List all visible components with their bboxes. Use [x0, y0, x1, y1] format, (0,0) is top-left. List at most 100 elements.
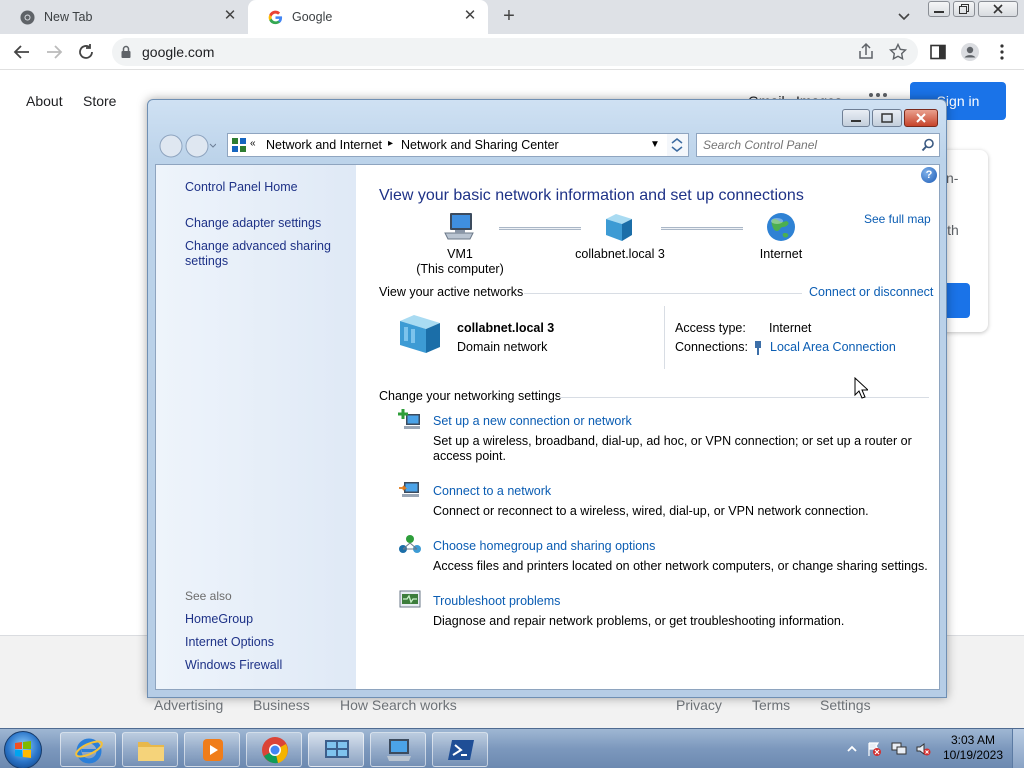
breadcrumb-network-sharing-center[interactable]: Network and Sharing Center [401, 138, 559, 152]
maximize-button[interactable] [872, 109, 902, 127]
minimize-button[interactable] [842, 109, 870, 127]
homegroup-link[interactable]: HomeGroup [185, 612, 253, 627]
homegroup-sharing-link[interactable]: Choose homegroup and sharing options [433, 539, 655, 553]
change-adapter-settings-link[interactable]: Change adapter settings [185, 216, 321, 231]
back-arrow-icon[interactable] [11, 41, 33, 63]
help-icon[interactable]: ? [921, 167, 937, 183]
computer-subtitle: (This computer) [416, 262, 504, 276]
tab-strip: New Tab ✕ Google ✕ + [0, 0, 1024, 34]
tab-new-tab[interactable]: New Tab ✕ [0, 0, 248, 34]
troubleshoot-icon [399, 590, 421, 608]
taskbar-file-explorer[interactable] [122, 732, 178, 767]
access-type-label: Access type: [675, 321, 746, 335]
domain-network-icon[interactable] [602, 211, 636, 243]
access-type-value: Internet [769, 321, 812, 335]
refresh-icon [671, 138, 683, 152]
search-input[interactable] [703, 137, 913, 153]
close-icon[interactable]: ✕ [222, 8, 238, 24]
taskbar-network-app[interactable] [370, 732, 426, 767]
network-tray-icon[interactable] [891, 741, 907, 757]
system-clock[interactable]: 3:03 AM 10/19/2023 [940, 733, 1006, 763]
troubleshoot-problems-link[interactable]: Troubleshoot problems [433, 594, 560, 608]
forward-arrow-icon[interactable] [43, 41, 65, 63]
breadcrumb-network-and-internet[interactable]: Network and Internet [266, 138, 382, 152]
kebab-menu-icon[interactable] [992, 42, 1012, 62]
connections-label: Connections: [675, 340, 748, 354]
refresh-button[interactable] [667, 133, 689, 157]
chevron-right-icon[interactable]: ▸ [388, 138, 393, 149]
share-icon[interactable] [856, 42, 876, 62]
set-up-new-connection-link[interactable]: Set up a new connection or network [433, 414, 632, 428]
store-link[interactable]: Store [83, 93, 116, 109]
minimize-button[interactable] [928, 1, 950, 17]
connect-or-disconnect-link[interactable]: Connect or disconnect [809, 285, 933, 299]
restore-icon [959, 4, 969, 14]
business-link[interactable]: Business [253, 697, 310, 713]
back-forward-buttons[interactable] [158, 133, 216, 159]
search-control-panel[interactable] [696, 133, 940, 157]
local-area-connection-link[interactable]: Local Area Connection [770, 340, 896, 354]
active-network-type[interactable]: Domain network [457, 340, 547, 355]
networking-settings-heading: Change your networking settings [379, 389, 562, 403]
powershell-icon [448, 740, 474, 760]
control-panel-icon [325, 740, 349, 758]
action-center-flag-icon[interactable] [866, 741, 882, 757]
address-bar[interactable]: google.com [112, 38, 918, 66]
close-icon[interactable]: ✕ [462, 8, 478, 24]
connect-to-network-link[interactable]: Connect to a network [433, 484, 551, 498]
mouse-cursor-icon [854, 377, 868, 399]
minimize-icon [934, 11, 944, 13]
bookmark-star-icon[interactable] [888, 42, 908, 62]
close-icon [916, 113, 926, 123]
control-panel-home-link[interactable]: Control Panel Home [185, 180, 298, 195]
task-description: Diagnose and repair network problems, or… [433, 614, 845, 628]
task-description: Set up a wireless, broadband, dial-up, a… [433, 434, 912, 463]
taskbar-internet-explorer[interactable] [60, 732, 116, 767]
internet-options-link[interactable]: Internet Options [185, 635, 274, 650]
how-search-works-link[interactable]: How Search works [340, 697, 457, 713]
close-window-button[interactable] [978, 1, 1018, 17]
terms-link[interactable]: Terms [752, 697, 790, 713]
start-button[interactable] [4, 731, 42, 768]
settings-link[interactable]: Settings [820, 697, 871, 713]
chrome-icon [20, 10, 35, 25]
chevron-down-icon[interactable]: ▼ [650, 139, 660, 150]
change-advanced-sharing-link[interactable]: Change advanced sharing settings [185, 239, 335, 269]
search-icon[interactable] [921, 138, 935, 152]
address-bar[interactable]: « Network and Internet ▸ Network and Sha… [227, 133, 687, 157]
about-link[interactable]: About [26, 93, 63, 109]
computer-icon[interactable] [443, 211, 477, 243]
restore-button[interactable] [953, 1, 975, 17]
privacy-link[interactable]: Privacy [676, 697, 722, 713]
computer-icon [387, 739, 411, 761]
map-connector [661, 227, 743, 230]
taskbar-chrome[interactable] [246, 732, 302, 767]
google-g-icon [268, 10, 283, 25]
clock-date: 10/19/2023 [942, 748, 1004, 762]
reload-icon[interactable] [75, 41, 97, 63]
profile-avatar-icon[interactable] [960, 42, 980, 62]
internet-globe-icon[interactable] [765, 211, 797, 243]
tab-google[interactable]: Google ✕ [248, 0, 488, 34]
advertising-link[interactable]: Advertising [154, 697, 223, 713]
lock-icon[interactable] [120, 45, 132, 59]
url-text[interactable]: google.com [142, 44, 214, 60]
windows-firewall-link[interactable]: Windows Firewall [185, 658, 282, 673]
taskbar-media-player[interactable] [184, 732, 240, 767]
active-network-name: collabnet.local 3 [457, 321, 555, 335]
chevron-down-icon[interactable] [894, 8, 914, 26]
volume-muted-icon[interactable] [915, 741, 931, 757]
see-full-map-link[interactable]: See full map [864, 212, 931, 226]
taskbar-powershell[interactable] [432, 732, 488, 767]
show-desktop-button[interactable] [1012, 729, 1024, 768]
task-description: Connect or reconnect to a wireless, wire… [433, 504, 869, 518]
taskbar-control-panel[interactable] [308, 732, 364, 767]
control-panel-content: Control Panel Home Change adapter settin… [155, 164, 940, 690]
side-panel-icon[interactable] [928, 42, 948, 62]
close-window-button[interactable] [904, 109, 938, 127]
show-hidden-icons-icon[interactable] [844, 741, 860, 757]
divider [556, 397, 929, 398]
new-tab-button[interactable]: + [498, 6, 520, 28]
breadcrumb-overflow-icon[interactable]: « [250, 138, 256, 149]
divider [664, 306, 665, 369]
